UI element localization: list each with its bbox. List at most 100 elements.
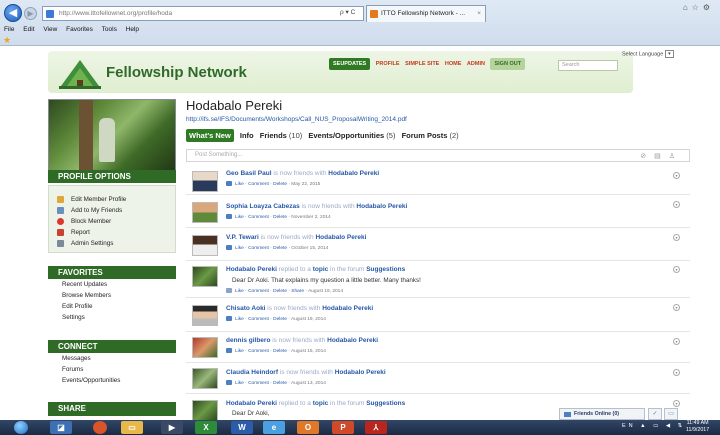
start-button[interactable] <box>14 421 28 434</box>
chat-popout-icon[interactable]: ▭ <box>664 408 678 420</box>
word-taskbar-icon[interactable]: W <box>231 421 253 434</box>
topic-link[interactable]: topic <box>313 400 329 407</box>
profile-link[interactable]: http://ifs.se/IFS/Documents/Workshops/Ca… <box>186 116 407 123</box>
forum-link[interactable]: Suggestions <box>366 400 405 407</box>
admin-settings-link[interactable]: Admin Settings <box>49 238 175 249</box>
collapse-toggle-icon[interactable]: ▾ <box>673 400 680 407</box>
menu-tools[interactable]: Tools <box>102 26 117 33</box>
post-something-input[interactable]: Post Something... ⊘▤♙ <box>186 149 690 162</box>
forums-link[interactable]: Forums <box>52 364 120 375</box>
target-link[interactable]: Hodabalo Pereki <box>327 337 378 344</box>
address-bar[interactable]: http://www.ittofellownet.org/profile/hod… <box>42 6 364 21</box>
back-button[interactable]: ◀ <box>4 4 22 22</box>
avatar[interactable] <box>192 305 218 326</box>
tab-whats-new[interactable]: What's New <box>186 129 234 142</box>
collapse-toggle-icon[interactable]: ▾ <box>673 369 680 376</box>
tab-forum-posts[interactable]: Forum Posts (2) <box>402 131 459 140</box>
feed-actions[interactable]: Like · Comment · Delete · Share · <box>235 289 307 294</box>
collapse-toggle-icon[interactable]: ▾ <box>673 234 680 241</box>
collapse-toggle-icon[interactable]: ▾ <box>673 201 680 208</box>
favorites-star-icon[interactable]: ★ <box>3 36 12 45</box>
add-to-friends-link[interactable]: Add to My Friends <box>49 205 175 216</box>
system-tray[interactable]: EN ▲ ▭ ◀ ⇅ <box>622 423 685 429</box>
friends-online-bar[interactable]: Friends Online (0) <box>559 408 645 420</box>
nav-simple-site[interactable]: SIMPLE SITE <box>405 61 439 67</box>
menu-favorites[interactable]: Favorites <box>66 26 93 33</box>
collapse-toggle-icon[interactable]: ▾ <box>673 304 680 311</box>
post-attach-icons[interactable]: ⊘▤♙ <box>640 151 683 162</box>
language-selector[interactable]: Select Language ▾ <box>622 50 674 58</box>
feed-actions[interactable]: Like · Comment · Delete · <box>235 317 290 322</box>
forward-button[interactable]: ▶ <box>24 7 37 20</box>
block-member-link[interactable]: Block Member <box>49 216 175 227</box>
nav-profile[interactable]: PROFILE <box>376 61 400 67</box>
outlook-taskbar-icon[interactable]: O <box>297 421 319 434</box>
chat-settings-icon[interactable]: ✓ <box>648 408 662 420</box>
itto-logo-icon[interactable] <box>57 56 103 90</box>
taskbar-clock[interactable]: 11:49 AM 11/9/2017 <box>686 420 709 434</box>
explorer-taskbar-icon[interactable]: ◪ <box>50 421 72 434</box>
site-search-input[interactable]: Search <box>558 60 618 71</box>
target-link[interactable]: Hodabalo Pereki <box>335 369 386 376</box>
target-link[interactable]: Hodabalo Pereki <box>328 170 379 177</box>
member-link[interactable]: Hodabalo Pereki <box>226 266 277 273</box>
pdf-reader-taskbar-icon[interactable]: ⅄ <box>365 421 387 434</box>
feed-actions[interactable]: Like · Comment · Delete · <box>235 246 290 251</box>
feed-actions[interactable]: Like · Comment · Delete · <box>235 349 290 354</box>
tab-close-icon[interactable]: × <box>477 6 481 22</box>
member-link[interactable]: Sophia Loayza Cabezas <box>226 203 300 210</box>
menu-view[interactable]: View <box>43 26 57 33</box>
avatar[interactable] <box>192 235 218 256</box>
member-link[interactable]: Geo Basil Paul <box>226 170 272 177</box>
recent-updates-link[interactable]: Recent Updates <box>52 279 111 290</box>
internet-explorer-taskbar-icon[interactable]: e <box>263 421 285 434</box>
messages-link[interactable]: Messages <box>52 353 120 364</box>
target-link[interactable]: Hodabalo Pereki <box>356 203 407 210</box>
folder-taskbar-icon[interactable]: ▭ <box>121 421 143 434</box>
media-player-taskbar-icon[interactable]: ▶ <box>161 421 183 434</box>
browser-tab[interactable]: ITTO Fellowship Network - ... × <box>366 5 486 22</box>
address-controls[interactable]: ρ ▾ C <box>340 6 355 20</box>
target-link[interactable]: Hodabalo Pereki <box>322 305 373 312</box>
forum-link[interactable]: Suggestions <box>366 266 405 273</box>
nav-home[interactable]: HOME <box>445 61 462 67</box>
topic-link[interactable]: topic <box>313 266 329 273</box>
nav-admin[interactable]: ADMIN <box>467 61 485 67</box>
nav-updates[interactable]: SEUPDATES <box>329 58 371 70</box>
collapse-toggle-icon[interactable]: ▾ <box>673 172 680 179</box>
tab-events[interactable]: Events/Opportunities (5) <box>308 131 395 140</box>
window-controls[interactable]: ⌂☆⚙ <box>683 3 714 12</box>
excel-taskbar-icon[interactable]: X <box>195 421 217 434</box>
avatar[interactable] <box>192 266 218 287</box>
collapse-toggle-icon[interactable]: ▾ <box>673 266 680 273</box>
avatar[interactable] <box>192 202 218 223</box>
report-link[interactable]: Report <box>49 227 175 238</box>
target-link[interactable]: Hodabalo Pereki <box>315 234 366 241</box>
feed-actions[interactable]: Like · Comment · Delete · <box>235 381 290 386</box>
menu-file[interactable]: File <box>4 26 14 33</box>
member-link[interactable]: dennis gilbero <box>226 337 270 344</box>
settings-link[interactable]: Settings <box>52 312 111 323</box>
member-link[interactable]: Chisato Aoki <box>226 305 266 312</box>
browse-members-link[interactable]: Browse Members <box>52 290 111 301</box>
avatar[interactable] <box>192 337 218 358</box>
powerpoint-taskbar-icon[interactable]: P <box>332 421 354 434</box>
feed-actions[interactable]: Like · Comment · Delete · <box>235 182 290 187</box>
edit-profile-link[interactable]: Edit Profile <box>52 301 111 312</box>
chevron-down-icon[interactable]: ▾ <box>664 50 674 58</box>
member-link[interactable]: V.P. Tewari <box>226 234 259 241</box>
menu-help[interactable]: Help <box>126 26 139 33</box>
collapse-toggle-icon[interactable]: ▾ <box>673 338 680 345</box>
member-link[interactable]: Claudia Heindorf <box>226 369 278 376</box>
menu-edit[interactable]: Edit <box>23 26 34 33</box>
site-logo-text[interactable]: Fellowship Network <box>106 64 247 81</box>
tab-friends[interactable]: Friends (10) <box>260 131 303 140</box>
avatar[interactable] <box>192 171 218 192</box>
avatar[interactable] <box>192 400 218 421</box>
member-link[interactable]: Hodabalo Pereki <box>226 400 277 407</box>
nav-sign-out[interactable]: SIGN OUT <box>490 58 526 70</box>
edit-member-profile-link[interactable]: Edit Member Profile <box>49 194 175 205</box>
avatar[interactable] <box>192 368 218 389</box>
tab-info[interactable]: Info <box>240 131 254 140</box>
feed-actions[interactable]: Like · Comment · Delete · <box>235 215 290 220</box>
